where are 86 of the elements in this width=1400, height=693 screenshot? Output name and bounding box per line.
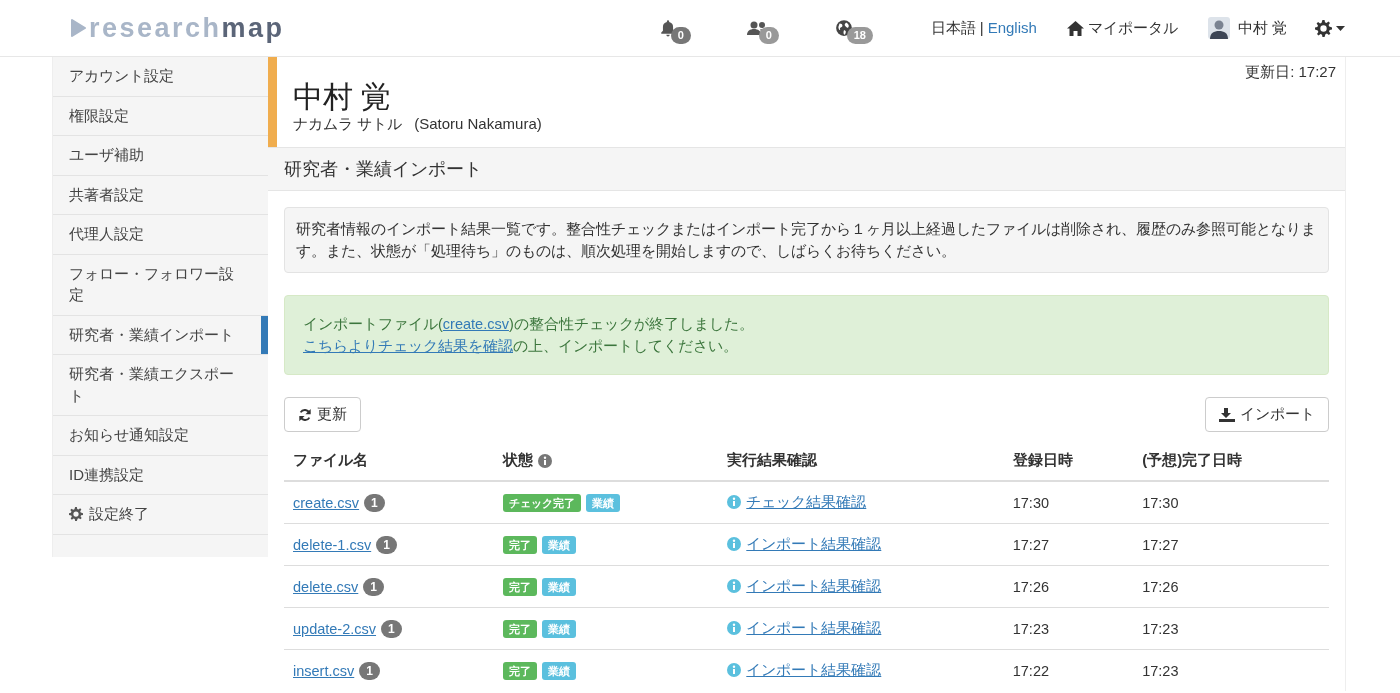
column-header: (予想)完了日時 (1142, 451, 1243, 470)
success-alert: インポートファイル(create.csv)の整合性チェックが終了しました。 こちらよりチェック結果を確認の上、インポートしてください。 (284, 295, 1329, 375)
sidebar-item[interactable]: 共著者設定 (53, 175, 268, 215)
count-badge: 1 (364, 493, 385, 512)
sidebar-item[interactable]: ID連携設定 (53, 455, 268, 495)
sidebar-item[interactable]: 研究者・業績インポート (53, 315, 268, 355)
refresh-button[interactable]: 更新 (284, 397, 361, 432)
table-cell: 17:27 (1012, 536, 1049, 553)
info-icon (727, 537, 742, 552)
result-link[interactable]: チェック結果確認 (746, 492, 867, 512)
column-header: 登録日時 (1012, 451, 1073, 470)
status-label: チェック完了 (503, 493, 582, 512)
file-link[interactable]: create.csv (293, 494, 360, 511)
result-link[interactable]: インポート結果確認 (746, 534, 882, 554)
count-badge: 0 (670, 27, 691, 44)
info-icon (538, 453, 553, 468)
sidebar-item[interactable]: 代理人設定 (53, 215, 268, 255)
column-header: 実行結果確認 (727, 451, 818, 470)
profile-name: 中村 覚 (293, 80, 393, 114)
table-cell: 17:26 (1012, 578, 1049, 595)
file-link[interactable]: delete-1.csv (293, 536, 372, 553)
info-icon (727, 495, 742, 510)
result-link[interactable]: インポート結果確認 (746, 618, 882, 638)
sidebar-item[interactable]: フォロー・フォロワー設定 (53, 254, 268, 316)
home-icon (1066, 20, 1084, 36)
import-button[interactable]: インポート (1205, 397, 1329, 432)
table-cell: 17:27 (1142, 536, 1179, 553)
sidebar-item[interactable]: アカウント設定 (53, 57, 268, 97)
sidebar-item[interactable]: 権限設定 (53, 96, 268, 136)
download-icon (1219, 407, 1235, 422)
profile-roman-name: (Satoru Nakamura) (414, 114, 542, 134)
profile-kana: ナカムラ サトル (293, 114, 403, 134)
status-label: 業績 (542, 661, 577, 680)
file-link[interactable]: insert.csv (293, 662, 355, 679)
count-badge: 1 (363, 577, 384, 596)
count-badge: 1 (376, 535, 397, 554)
info-notice: 研究者情報のインポート結果一覧です。整合性チェックまたはインポート完了から１ヶ月以上経過したファイルは削除され、履歴のみ参照可能となります。また、状態が「処理待ち」のものは、順次処理を開始しますので、しばらくお待ちください。 (284, 207, 1329, 273)
language-link[interactable]: English (987, 18, 1037, 38)
notification-button[interactable]: 0 (658, 13, 693, 43)
alert-link[interactable]: create.csv (442, 316, 509, 332)
status-label: 業績 (542, 619, 577, 638)
sidebar-item[interactable]: 研究者・業績エクスポート (53, 355, 268, 416)
status-label: 業績 (542, 577, 577, 596)
updated-date: 更新日: 17:27 (1245, 63, 1336, 82)
table-cell: 17:22 (1012, 662, 1049, 679)
avatar-icon (1207, 17, 1230, 39)
table-cell: 17:23 (1142, 662, 1179, 679)
refresh-icon (298, 407, 312, 422)
status-label: 完了 (503, 577, 538, 596)
file-link[interactable]: delete.csv (293, 578, 359, 595)
column-header: 状態 (503, 451, 534, 470)
sidebar-item[interactable]: 設定終了 (53, 495, 268, 535)
section-title: 研究者・業績インポート (268, 147, 1345, 191)
my-portal-link[interactable]: マイポータル (1066, 18, 1178, 38)
sidebar-item[interactable]: お知らせ通知設定 (53, 416, 268, 456)
gear-icon (69, 507, 83, 521)
info-icon (727, 663, 742, 678)
column-header: ファイル名 (293, 451, 368, 470)
table-cell: 17:30 (1142, 494, 1179, 511)
table-cell: 17:26 (1142, 578, 1179, 595)
table-cell: 17:23 (1142, 620, 1179, 637)
user-menu[interactable]: 中村 覚 (1207, 17, 1287, 39)
language-link[interactable]: 日本語 (930, 18, 976, 38)
globe-icon (834, 19, 853, 37)
count-badge: 1 (381, 619, 402, 638)
researchmap-logo[interactable]: researchmap (70, 12, 285, 44)
info-icon (727, 579, 742, 594)
separator: | (979, 18, 984, 38)
caret-icon (1336, 25, 1345, 31)
file-link[interactable]: update-2.csv (293, 620, 377, 637)
settings-icon (1315, 19, 1332, 37)
table-cell: 17:23 (1012, 620, 1049, 637)
status-label: 業績 (586, 493, 621, 512)
status-label: 完了 (503, 535, 538, 554)
status-label: 完了 (503, 619, 538, 638)
count-badge: 1 (359, 661, 380, 680)
status-label: 完了 (503, 661, 538, 680)
count-badge: 0 (758, 27, 779, 44)
status-label: 業績 (542, 535, 577, 554)
result-link[interactable]: インポート結果確認 (746, 576, 882, 596)
table-cell: 17:30 (1012, 494, 1049, 511)
info-icon (727, 621, 742, 636)
count-badge: 18 (846, 27, 873, 44)
result-link[interactable]: インポート結果確認 (746, 660, 882, 680)
settings-menu[interactable] (1315, 19, 1345, 37)
alert-link[interactable]: こちらよりチェック結果を確認 (303, 338, 513, 354)
